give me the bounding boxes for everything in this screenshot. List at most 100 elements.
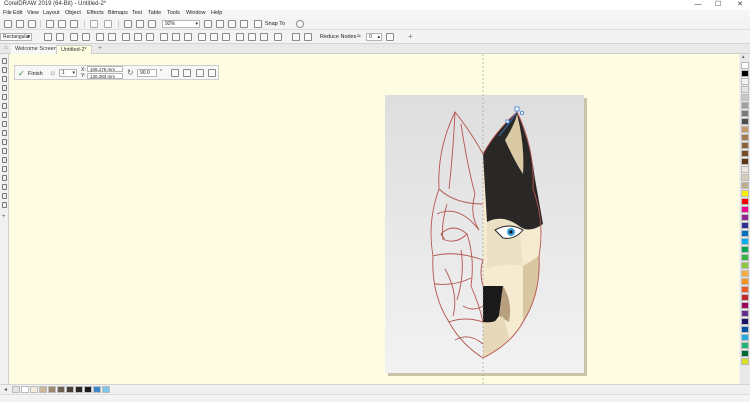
menu-layout[interactable]: Layout	[43, 10, 60, 16]
extract-subpath-icon[interactable]	[184, 33, 192, 41]
new-document-icon[interactable]	[4, 20, 12, 28]
home-icon[interactable]: ⌂	[4, 45, 8, 51]
rotate-nodes-icon[interactable]	[222, 33, 230, 41]
join-nodes-icon[interactable]	[70, 33, 78, 41]
document-palette-swatch[interactable]	[57, 386, 65, 393]
palette-swatch[interactable]	[741, 230, 749, 237]
snap-to-label[interactable]: Snap To	[265, 21, 285, 27]
menu-view[interactable]: View	[27, 10, 39, 16]
break-curve-icon[interactable]	[82, 33, 90, 41]
menu-text[interactable]: Text	[132, 10, 142, 16]
cusp-node-icon[interactable]	[122, 33, 130, 41]
palette-swatch[interactable]	[741, 358, 749, 365]
color-eyedropper-tool-icon[interactable]	[2, 184, 7, 190]
palette-swatch[interactable]	[741, 222, 749, 229]
menu-edit[interactable]: Edit	[13, 10, 22, 16]
reduce-nodes-label[interactable]: Reduce Nodes	[320, 34, 356, 40]
stretch-nodes-icon[interactable]	[210, 33, 218, 41]
palette-swatch[interactable]	[741, 102, 749, 109]
shape-mode-combo[interactable]: Rectangular ▾	[0, 33, 32, 41]
palette-swatch[interactable]	[741, 198, 749, 205]
tab-untitled-2[interactable]: Untitled-2*	[56, 45, 92, 54]
publish-pdf-icon[interactable]	[148, 20, 156, 28]
zoom-level-combo[interactable]: 92% ▾	[162, 20, 200, 28]
palette-swatch[interactable]	[741, 166, 749, 173]
document-palette-swatch[interactable]	[93, 386, 101, 393]
palette-scroll-left-icon[interactable]: ◂	[4, 386, 7, 393]
redo-icon[interactable]	[104, 20, 112, 28]
show-grid-icon[interactable]	[228, 20, 236, 28]
palette-swatch[interactable]	[741, 70, 749, 77]
drop-shadow-tool-icon[interactable]	[2, 166, 7, 172]
add-tool-icon[interactable]: +	[2, 214, 7, 220]
ellipse-tool-icon[interactable]	[2, 121, 7, 127]
palette-swatch[interactable]	[741, 278, 749, 285]
palette-swatch[interactable]	[741, 310, 749, 317]
document-palette-swatch[interactable]	[48, 386, 56, 393]
cut-icon[interactable]	[70, 20, 78, 28]
palette-swatch[interactable]	[741, 246, 749, 253]
palette-swatch[interactable]	[741, 334, 749, 341]
palette-swatch[interactable]	[741, 118, 749, 125]
document-palette-swatch[interactable]	[21, 386, 29, 393]
full-screen-preview-icon[interactable]	[204, 20, 212, 28]
shape-tool-icon[interactable]	[2, 67, 7, 73]
settings-gear-icon[interactable]	[296, 20, 304, 28]
to-curve-icon[interactable]	[108, 33, 116, 41]
palette-swatch[interactable]	[741, 182, 749, 189]
align-nodes-icon[interactable]	[236, 33, 244, 41]
to-line-icon[interactable]	[96, 33, 104, 41]
document-palette-swatch[interactable]	[75, 386, 83, 393]
extend-curve-icon[interactable]	[172, 33, 180, 41]
palette-swatch[interactable]	[741, 110, 749, 117]
palette-swatch[interactable]	[741, 190, 749, 197]
artistic-media-tool-icon[interactable]	[2, 103, 7, 109]
menu-tools[interactable]: Tools	[167, 10, 180, 16]
smart-fill-tool-icon[interactable]	[2, 202, 7, 208]
curve-smoothness-field[interactable]: 0 ▴	[366, 33, 382, 41]
palette-swatch[interactable]	[741, 174, 749, 181]
mirror-horizontal-icon[interactable]	[248, 33, 256, 41]
pick-tool-icon[interactable]	[2, 58, 7, 64]
rectangle-tool-icon[interactable]	[2, 112, 7, 118]
elastic-mode-icon[interactable]	[274, 33, 282, 41]
palette-swatch[interactable]	[741, 326, 749, 333]
palette-swatch[interactable]	[741, 350, 749, 357]
interactive-fill-tool-icon[interactable]	[2, 193, 7, 199]
node-tracking-icon[interactable]	[386, 33, 394, 41]
close-button[interactable]: ✕	[730, 0, 750, 10]
parallel-dimension-tool-icon[interactable]	[2, 148, 7, 154]
palette-swatch[interactable]	[741, 286, 749, 293]
artwork[interactable]	[9, 54, 739, 384]
minimize-button[interactable]: —	[688, 0, 708, 10]
document-palette-swatch[interactable]	[66, 386, 74, 393]
menu-help[interactable]: Help	[211, 10, 222, 16]
snap-to-icon[interactable]	[254, 20, 262, 28]
freehand-tool-icon[interactable]	[2, 94, 7, 100]
document-palette-swatch[interactable]	[12, 386, 20, 393]
palette-swatch[interactable]	[741, 78, 749, 85]
export-icon[interactable]	[136, 20, 144, 28]
palette-swatch[interactable]	[741, 86, 749, 93]
palette-swatch[interactable]	[741, 126, 749, 133]
palette-swatch[interactable]	[741, 150, 749, 157]
smooth-node-icon[interactable]	[134, 33, 142, 41]
undo-icon[interactable]	[90, 20, 98, 28]
menu-file[interactable]: File	[3, 10, 12, 16]
connector-tool-icon[interactable]	[2, 157, 7, 163]
open-icon[interactable]	[16, 20, 24, 28]
tab-welcome-screen[interactable]: Welcome Screen	[11, 45, 61, 54]
menu-effects[interactable]: Effects	[87, 10, 104, 16]
palette-swatch[interactable]	[741, 94, 749, 101]
palette-swatch[interactable]	[741, 318, 749, 325]
palette-swatch[interactable]	[741, 62, 749, 69]
node-options-icon[interactable]	[304, 33, 312, 41]
palette-swatch[interactable]	[741, 254, 749, 261]
palette-swatch[interactable]	[741, 214, 749, 221]
import-icon[interactable]	[124, 20, 132, 28]
palette-swatch[interactable]	[741, 238, 749, 245]
palette-swatch[interactable]	[741, 342, 749, 349]
reverse-direction-icon[interactable]	[160, 33, 168, 41]
text-tool-icon[interactable]	[2, 139, 7, 145]
show-guidelines-icon[interactable]	[240, 20, 248, 28]
